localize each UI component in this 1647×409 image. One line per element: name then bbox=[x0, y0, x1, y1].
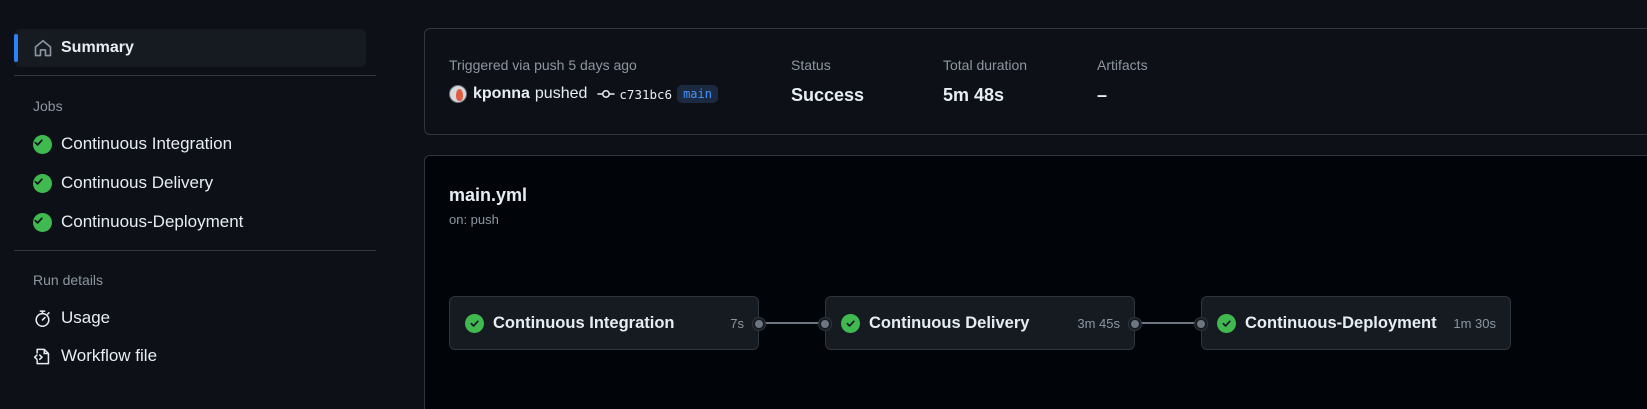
artifacts-info: Artifacts – bbox=[1097, 57, 1148, 106]
sidebar-item-label: Summary bbox=[61, 39, 134, 56]
workflow-graph-box: main.yml on: push Continuous Integration… bbox=[424, 155, 1647, 409]
workflow-file-title: main.yml bbox=[449, 185, 528, 205]
git-commit-icon bbox=[597, 87, 616, 101]
jobs-section-title: Jobs bbox=[33, 98, 63, 114]
duration-label: Total duration bbox=[943, 57, 1028, 73]
artifacts-label: Artifacts bbox=[1097, 57, 1148, 73]
check-circle-icon bbox=[33, 173, 52, 193]
job-input-dot bbox=[1195, 318, 1207, 330]
job-card-continuous-delivery[interactable]: Continuous Delivery 3m 45s bbox=[819, 296, 1141, 350]
job-duration: 3m 45s bbox=[1077, 316, 1120, 331]
check-circle-icon bbox=[33, 134, 52, 154]
status-value: Success bbox=[791, 85, 865, 105]
job-name: Continuous Integration bbox=[493, 314, 675, 332]
sidebar-job-continuous-delivery[interactable]: Continuous Delivery bbox=[33, 171, 213, 195]
job-card-continuous-deployment[interactable]: Continuous-Deployment 1m 30s bbox=[1195, 296, 1511, 350]
status-info: Status Success bbox=[791, 57, 864, 106]
branch-badge[interactable]: main bbox=[677, 85, 718, 103]
sidebar-item-summary[interactable]: Summary bbox=[14, 29, 366, 67]
job-card-continuous-integration[interactable]: Continuous Integration 7s bbox=[449, 296, 765, 350]
file-code-icon bbox=[33, 347, 52, 366]
status-label: Status bbox=[791, 57, 831, 73]
sidebar-item-usage[interactable]: Usage bbox=[33, 306, 110, 330]
run-details-section-title: Run details bbox=[33, 272, 104, 288]
artifacts-value: – bbox=[1097, 85, 1108, 105]
home-icon bbox=[33, 38, 53, 58]
sidebar-job-label: Continuous Integration bbox=[61, 134, 233, 153]
job-output-dot bbox=[753, 318, 765, 330]
duration-info: Total duration 5m 48s bbox=[943, 57, 1027, 106]
trigger-row: kponna pushed c731bc6 main bbox=[449, 83, 718, 105]
divider bbox=[14, 250, 376, 251]
actor-link[interactable]: kponna bbox=[473, 85, 530, 103]
job-connector bbox=[759, 322, 825, 324]
sidebar-job-continuous-integration[interactable]: Continuous Integration bbox=[33, 132, 232, 156]
job-duration: 1m 30s bbox=[1453, 316, 1496, 331]
sidebar-item-label: Usage bbox=[61, 308, 111, 327]
stopwatch-icon bbox=[33, 309, 52, 328]
check-circle-icon bbox=[465, 314, 484, 333]
sidebar-item-workflow-file[interactable]: Workflow file bbox=[33, 344, 157, 368]
action-text: pushed bbox=[534, 85, 588, 102]
job-output-dot bbox=[1129, 318, 1141, 330]
check-circle-icon bbox=[1217, 314, 1236, 333]
job-name: Continuous-Deployment bbox=[1245, 314, 1437, 332]
sidebar: Summary Jobs Continuous Integration Cont… bbox=[0, 0, 395, 409]
duration-value: 5m 48s bbox=[943, 85, 1005, 105]
check-circle-icon bbox=[841, 314, 860, 333]
check-circle-icon bbox=[33, 212, 52, 232]
avatar[interactable] bbox=[449, 85, 467, 103]
trigger-label: Triggered via push 5 days ago bbox=[449, 57, 637, 73]
job-connector bbox=[1135, 322, 1201, 324]
job-duration: 7s bbox=[730, 316, 744, 331]
workflow-trigger: on: push bbox=[449, 212, 499, 227]
active-indicator bbox=[14, 34, 18, 62]
job-input-dot bbox=[819, 318, 831, 330]
sidebar-item-label: Workflow file bbox=[61, 346, 158, 365]
job-name: Continuous Delivery bbox=[869, 314, 1030, 332]
commit-sha-link[interactable]: c731bc6 bbox=[619, 87, 672, 102]
sidebar-job-label: Continuous Delivery bbox=[61, 173, 214, 192]
run-summary-box: Triggered via push 5 days ago kponna pus… bbox=[424, 28, 1647, 135]
sidebar-job-label: Continuous-Deployment bbox=[61, 212, 244, 231]
sidebar-job-continuous-deployment[interactable]: Continuous-Deployment bbox=[33, 210, 243, 234]
trigger-info: Triggered via push 5 days ago kponna pus… bbox=[449, 57, 718, 105]
divider bbox=[14, 75, 376, 76]
